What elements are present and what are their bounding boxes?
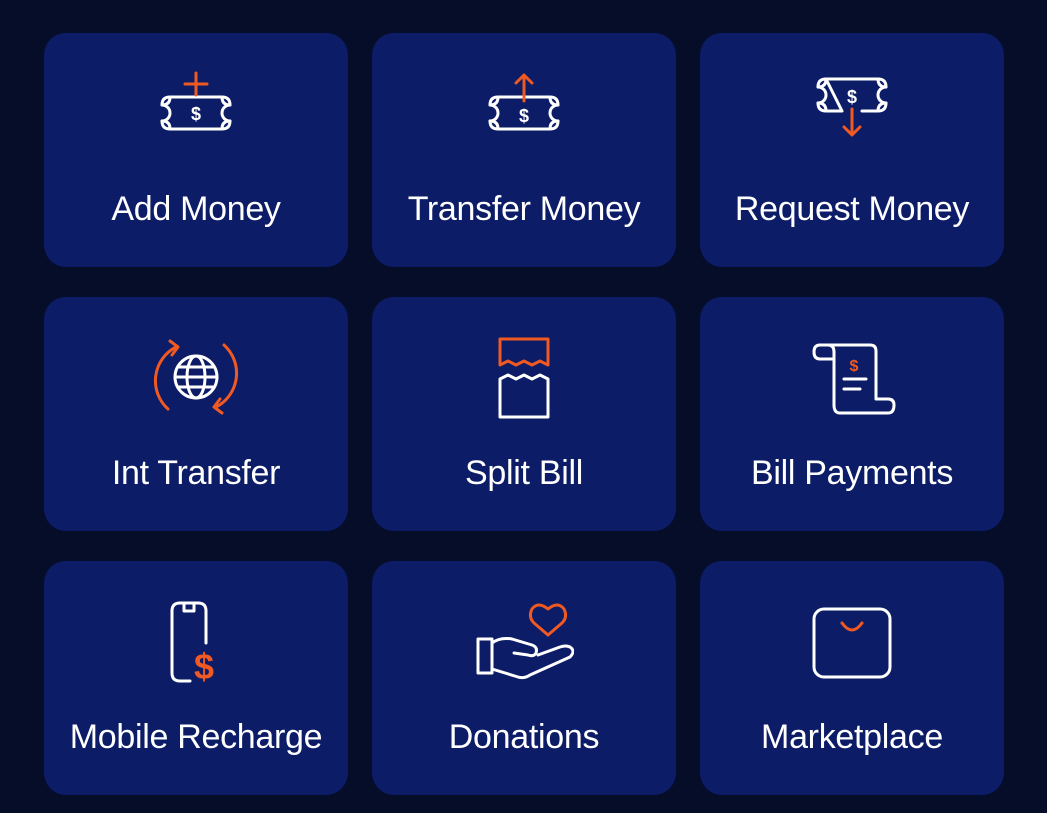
donation-hand-heart-icon: [474, 599, 574, 691]
services-grid: $ Add Money $ Transfer Money $ Request M…: [44, 33, 1004, 795]
shopping-bag-icon: [802, 599, 902, 691]
split-bill-icon: [474, 335, 574, 427]
split-bill-label: Split Bill: [465, 454, 583, 492]
svg-text:$: $: [194, 646, 214, 687]
bill-receipt-icon: $: [802, 335, 902, 427]
add-money-tile[interactable]: $ Add Money: [44, 33, 348, 267]
international-transfer-icon: [146, 335, 246, 427]
int-transfer-label: Int Transfer: [111, 454, 281, 492]
donations-label: Donations: [448, 718, 600, 756]
mobile-recharge-label: Mobile Recharge: [69, 718, 323, 756]
bill-payments-label: Bill Payments: [750, 454, 954, 492]
add-money-icon: $: [146, 71, 246, 163]
request-money-tile[interactable]: $ Request Money: [700, 33, 1004, 267]
svg-text:$: $: [191, 104, 201, 124]
request-money-icon: $: [802, 71, 902, 163]
mobile-recharge-tile[interactable]: $ Mobile Recharge: [44, 561, 348, 795]
svg-text:$: $: [847, 87, 857, 107]
marketplace-label: Marketplace: [761, 718, 943, 756]
transfer-money-tile[interactable]: $ Transfer Money: [372, 33, 676, 267]
mobile-recharge-icon: $: [146, 599, 246, 691]
bill-payments-tile[interactable]: $ Bill Payments: [700, 297, 1004, 531]
split-bill-tile[interactable]: Split Bill: [372, 297, 676, 531]
request-money-label: Request Money: [734, 190, 970, 228]
svg-text:$: $: [519, 106, 529, 126]
add-money-label: Add Money: [111, 190, 281, 228]
transfer-money-icon: $: [474, 71, 574, 163]
svg-text:$: $: [850, 358, 859, 375]
marketplace-tile[interactable]: Marketplace: [700, 561, 1004, 795]
transfer-money-label: Transfer Money: [407, 190, 641, 228]
donations-tile[interactable]: Donations: [372, 561, 676, 795]
int-transfer-tile[interactable]: Int Transfer: [44, 297, 348, 531]
